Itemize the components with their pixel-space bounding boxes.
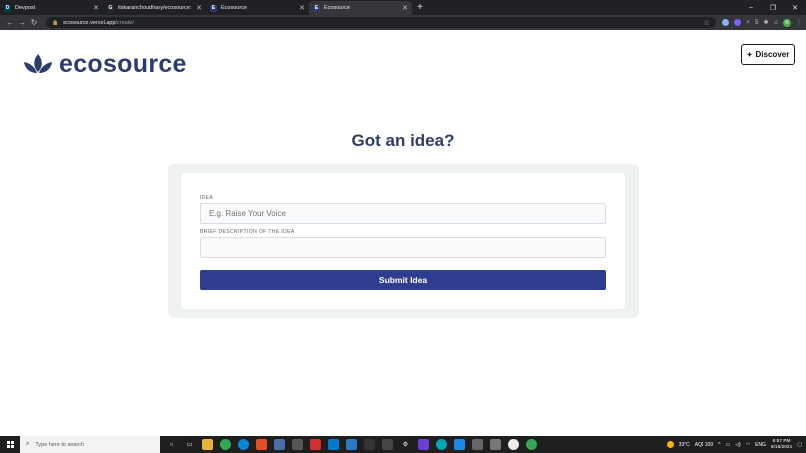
github-favicon-icon: G <box>107 4 114 12</box>
taskbar-search[interactable]: ⌕ Type here to search <box>20 436 160 453</box>
tab-title: Ecosource <box>324 5 350 11</box>
wifi-icon[interactable]: ◠ <box>746 442 750 448</box>
system-tray: 33°C AQI 109 ^ ▭ ◁) ◠ ENG 6:57 PM 8/15/2… <box>666 436 802 453</box>
notifications-icon[interactable]: ▢ <box>797 442 802 448</box>
submit-idea-button[interactable]: Submit Idea <box>200 270 606 290</box>
close-window-icon[interactable]: ✕ <box>784 4 806 12</box>
close-tab-icon[interactable]: ✕ <box>299 4 305 12</box>
vscode-icon[interactable] <box>328 439 339 450</box>
language-indicator[interactable]: ENG <box>755 442 766 448</box>
maximize-icon[interactable]: ❐ <box>762 4 784 12</box>
app-icon[interactable] <box>508 439 519 450</box>
close-tab-icon[interactable]: ✕ <box>402 4 408 12</box>
file-explorer-icon[interactable] <box>202 439 213 450</box>
extensions-area: ⚡ 5 ✱ ♫ K ⋮ <box>721 18 802 27</box>
description-input[interactable] <box>200 237 606 258</box>
back-arrow-icon[interactable]: ← <box>4 18 16 27</box>
lock-icon: 🔒 <box>52 19 59 26</box>
page-title: Got an idea? <box>351 131 455 150</box>
notepad-icon[interactable] <box>274 439 285 450</box>
tab-title: Ecosource <box>221 5 247 11</box>
form-card-outer: IDEA BRIEF DESCRIPTION OF THE IDEA Submi… <box>168 164 639 318</box>
address-bar[interactable]: 🔒 ecosource.vercel.app/create/ ☆ <box>46 17 716 28</box>
windows-logo-icon <box>6 441 14 448</box>
idea-label: IDEA <box>200 195 214 201</box>
office-icon[interactable] <box>256 439 267 450</box>
extension-badge[interactable]: 5 <box>755 20 758 26</box>
calculator-icon[interactable] <box>364 439 375 450</box>
tab-title: Devpost <box>15 5 36 11</box>
discover-button[interactable]: ✦ Discover <box>741 44 795 65</box>
idea-input[interactable] <box>200 203 606 224</box>
reload-icon[interactable]: ↻ <box>28 18 40 27</box>
settings-gear-icon[interactable]: ⚙ <box>400 439 411 450</box>
address-path: /create/ <box>115 19 134 26</box>
clock[interactable]: 6:57 PM 8/15/2021 <box>771 439 792 451</box>
window-controls: – ❐ ✕ <box>740 0 806 15</box>
leaf-logo-icon <box>24 53 52 73</box>
devpost-favicon-icon: D <box>4 4 11 12</box>
page-content: ecosource ✦ Discover Got an idea? IDEA B… <box>0 30 806 436</box>
extension-icon[interactable]: ⚡ <box>746 19 750 26</box>
start-button[interactable] <box>0 436 20 453</box>
description-label: BRIEF DESCRIPTION OF THE IDEA <box>200 229 295 235</box>
chrome-icon[interactable] <box>220 439 231 450</box>
app-icon[interactable] <box>418 439 429 450</box>
taskbar-search-placeholder: Type here to search <box>35 441 84 448</box>
address-domain: ecosource.vercel.app <box>63 19 116 26</box>
browser-toolbar: ← → ↻ 🔒 ecosource.vercel.app/create/ ☆ ⚡… <box>0 15 806 30</box>
weather-temp[interactable]: 33°C <box>679 442 690 448</box>
logo-text: ecosource <box>59 50 187 78</box>
close-tab-icon[interactable]: ✕ <box>93 4 99 12</box>
media-icon[interactable]: ♫ <box>774 20 779 26</box>
tab-devpost[interactable]: D Devpost ✕ <box>0 1 103 15</box>
battery-icon[interactable]: ▭ <box>725 442 730 448</box>
chrome-icon[interactable] <box>526 439 537 450</box>
cortana-icon[interactable]: ○ <box>166 439 177 450</box>
clock-time: 6:57 PM <box>772 438 791 444</box>
task-view-icon[interactable]: ▭ <box>184 439 195 450</box>
sparkle-icon: ✦ <box>746 51 753 59</box>
tab-ecosource-active[interactable]: E Ecosource ✕ <box>309 1 412 15</box>
idea-form: IDEA BRIEF DESCRIPTION OF THE IDEA Submi… <box>181 173 625 309</box>
search-icon: ⌕ <box>26 441 30 447</box>
new-tab-button[interactable]: + <box>412 1 428 15</box>
aqi-value[interactable]: AQI 109 <box>695 442 713 448</box>
camera-icon[interactable] <box>472 439 483 450</box>
volume-icon[interactable]: ◁) <box>735 442 741 448</box>
weather-sun-icon[interactable] <box>666 441 674 448</box>
taskbar-apps: ○ ▭ ⚙ <box>166 439 537 450</box>
chevron-up-icon[interactable]: ^ <box>718 442 720 448</box>
close-tab-icon[interactable]: ✕ <box>196 4 202 12</box>
store-icon[interactable] <box>292 439 303 450</box>
profile-avatar[interactable]: K <box>783 18 791 27</box>
acrobat-icon[interactable] <box>310 439 321 450</box>
forward-arrow-icon[interactable]: → <box>16 18 28 27</box>
clock-date: 8/15/2021 <box>770 444 793 450</box>
puzzle-icon[interactable]: ✱ <box>763 19 768 26</box>
tab-title: itskaranchoudhary/ecosource: Ec <box>118 5 194 11</box>
site-logo[interactable]: ecosource <box>23 50 187 79</box>
app-icon[interactable] <box>436 439 447 450</box>
browser-tab-strip: D Devpost ✕ G itskaranchoudhary/ecosourc… <box>0 0 806 15</box>
edge-icon[interactable] <box>238 439 249 450</box>
windows-taskbar: ⌕ Type here to search ○ ▭ ⚙ 33°C AQI 109… <box>0 436 806 453</box>
rocket-icon[interactable] <box>490 439 501 450</box>
tab-github[interactable]: G itskaranchoudhary/ecosource: Ec ✕ <box>103 1 206 15</box>
menu-icon[interactable]: ⋮ <box>796 19 802 26</box>
photos-icon[interactable] <box>454 439 465 450</box>
ecosource-favicon-icon: E <box>313 4 320 12</box>
discover-label: Discover <box>755 50 790 59</box>
bookmark-star-icon[interactable]: ☆ <box>704 19 710 27</box>
extension-icon[interactable] <box>721 19 729 26</box>
ecosource-favicon-icon: E <box>210 4 217 12</box>
minimize-icon[interactable]: – <box>740 4 762 11</box>
extension-icon[interactable] <box>733 19 741 26</box>
tab-ecosource[interactable]: E Ecosource ✕ <box>206 1 309 15</box>
terminal-icon[interactable] <box>382 439 393 450</box>
mail-icon[interactable] <box>346 439 357 450</box>
